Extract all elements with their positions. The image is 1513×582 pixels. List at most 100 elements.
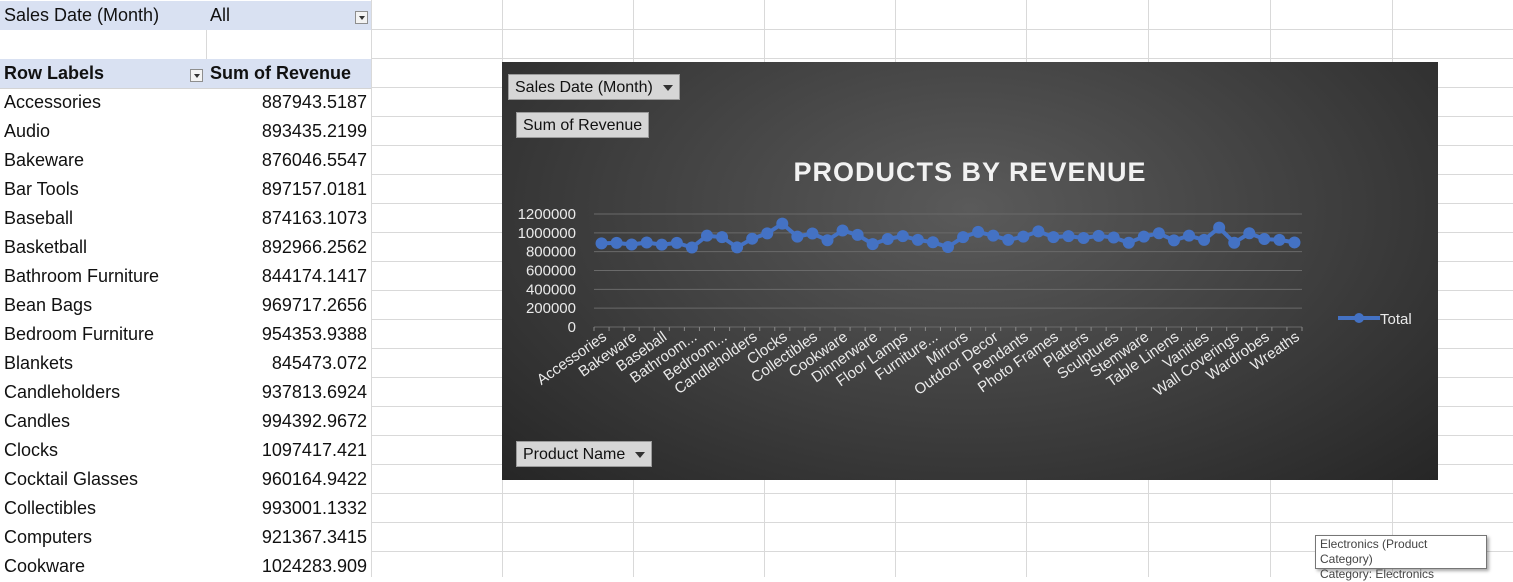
pivot-row-label[interactable]: Candles (0, 407, 206, 436)
data-point (1213, 221, 1226, 234)
pivot-row-label[interactable]: Blankets (0, 349, 206, 378)
data-point (1017, 230, 1030, 243)
data-point (836, 224, 849, 237)
pivot-row-label[interactable]: Bakeware (0, 146, 206, 175)
pivot-row-value[interactable]: 969717.2656 (206, 291, 371, 320)
data-point (926, 236, 939, 249)
data-point (1258, 232, 1271, 245)
data-point (1002, 233, 1015, 246)
data-point (700, 229, 713, 242)
data-point (1122, 236, 1135, 249)
data-point (761, 227, 774, 240)
pivot-row-label[interactable]: Bathroom Furniture (0, 262, 206, 291)
pivot-row-value[interactable]: 897157.0181 (206, 175, 371, 204)
pivot-row-label[interactable]: Basketball (0, 233, 206, 262)
data-point (987, 229, 1000, 242)
data-point (595, 237, 608, 250)
data-point (1243, 227, 1256, 240)
pivot-row-label[interactable]: Computers (0, 523, 206, 552)
pivot-row-value[interactable]: 954353.9388 (206, 320, 371, 349)
tooltip-line-2: Category: Electronics (1320, 567, 1435, 581)
data-point (1137, 230, 1150, 243)
data-point (1183, 229, 1196, 242)
data-point (1198, 233, 1211, 246)
chart-axis-button[interactable]: Product Name (516, 441, 653, 467)
legend-marker (1354, 313, 1364, 323)
data-point (896, 230, 909, 243)
pivot-row-label[interactable]: Audio (0, 117, 206, 146)
chart-tooltip: Electronics (Product Category) Category:… (1315, 535, 1487, 581)
pivot-row-label[interactable]: Bean Bags (0, 291, 206, 320)
y-tick-label: 1000000 (518, 225, 576, 242)
pivot-row-value[interactable]: 845473.072 (206, 349, 371, 378)
gridline-horizontal (371, 493, 1513, 494)
pivot-row-value[interactable]: 994392.9672 (206, 407, 371, 436)
pivot-row-value[interactable]: 960164.9422 (206, 465, 371, 494)
pivot-row-label[interactable]: Clocks (0, 436, 206, 465)
pivot-row-value[interactable]: 874163.1073 (206, 204, 371, 233)
pivot-row-value[interactable]: 887943.5187 (206, 88, 371, 117)
chart-plot: 120000010000008000006000004000002000000A… (518, 206, 1412, 400)
data-point (942, 240, 954, 253)
data-point (1228, 236, 1241, 249)
data-point (957, 231, 970, 244)
pivot-row-value[interactable]: 937813.6924 (206, 378, 371, 407)
data-point (1047, 231, 1060, 244)
pivot-row-label[interactable]: Accessories (0, 88, 206, 117)
y-tick-label: 600000 (526, 263, 576, 280)
data-point (866, 238, 879, 251)
chevron-down-icon (635, 451, 646, 458)
data-point (806, 227, 819, 240)
data-point (610, 236, 623, 249)
value-header: Sum of Revenue (206, 59, 371, 88)
pivot-row-value[interactable]: 844174.1417 (206, 262, 371, 291)
pivot-row-label[interactable]: Candleholders (0, 378, 206, 407)
pivot-row-label[interactable]: Bedroom Furniture (0, 320, 206, 349)
filter-field-value[interactable]: All (206, 1, 371, 30)
pivot-chart[interactable]: Sales Date (Month) Sum of Revenue PRODUC… (502, 62, 1438, 480)
pivot-row-value[interactable]: 921367.3415 (206, 523, 371, 552)
data-point (731, 241, 744, 254)
data-point (670, 236, 683, 249)
data-point (716, 231, 729, 244)
row-labels-header: Row Labels (0, 59, 206, 88)
pivot-row-label[interactable]: Bar Tools (0, 175, 206, 204)
pivot-row-value[interactable]: 893435.2199 (206, 117, 371, 146)
data-point (640, 236, 653, 249)
y-tick-label: 0 (568, 319, 576, 336)
chart-axis-label: Product Name (523, 446, 626, 463)
data-point (685, 241, 698, 254)
data-point (1077, 232, 1090, 245)
pivot-row-value[interactable]: 1097417.421 (206, 436, 371, 465)
pivot-row-label[interactable]: Collectibles (0, 494, 206, 523)
data-point (655, 238, 668, 251)
data-point (1288, 236, 1301, 249)
data-point (1167, 234, 1180, 247)
data-point (1092, 229, 1105, 242)
data-point (1107, 231, 1120, 244)
data-point (911, 233, 924, 246)
y-tick-label: 1200000 (518, 206, 576, 223)
gridline-horizontal (371, 522, 1513, 523)
legend-label: Total (1380, 311, 1412, 328)
pivot-row-label[interactable]: Baseball (0, 204, 206, 233)
tooltip-line-1: Electronics (Product Category) (1320, 537, 1428, 566)
data-point (1062, 230, 1075, 243)
y-tick-label: 400000 (526, 281, 576, 298)
pivot-row-value[interactable]: 876046.5547 (206, 146, 371, 175)
gridline-vertical (206, 30, 207, 59)
data-point (791, 230, 804, 243)
data-point (851, 228, 864, 241)
pivot-row-value[interactable]: 892966.2562 (206, 233, 371, 262)
pivot-row-value[interactable]: 993001.1332 (206, 494, 371, 523)
data-point (821, 234, 834, 247)
data-point (1032, 225, 1045, 238)
filter-dropdown-button[interactable] (355, 11, 368, 24)
data-point (881, 232, 894, 245)
pivot-row-label[interactable]: Cocktail Glasses (0, 465, 206, 494)
data-point (625, 238, 638, 251)
data-point (776, 217, 789, 230)
row-labels-dropdown-button[interactable] (190, 69, 203, 82)
data-point (746, 232, 759, 245)
filter-field-label: Sales Date (Month) (0, 1, 206, 30)
